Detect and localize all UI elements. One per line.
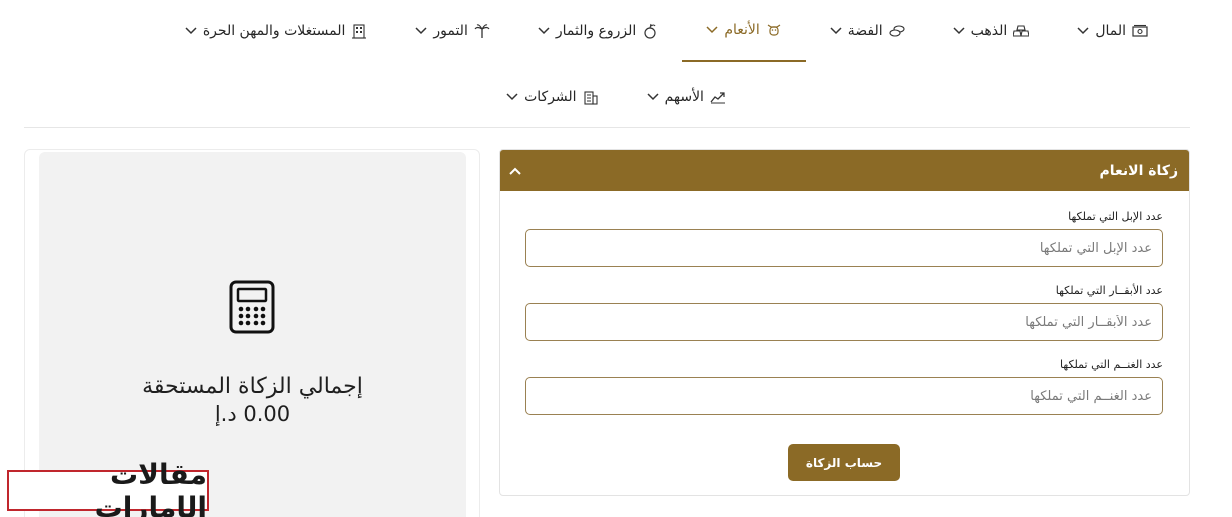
- tab-stocks[interactable]: الأسهم: [623, 76, 750, 118]
- camels-field-label: عدد الإبل التي تملكها: [1068, 210, 1163, 223]
- tab-label: المستغلات والمهن الحرة: [202, 23, 346, 39]
- chevron-down-icon: [1077, 25, 1089, 37]
- tab-dates[interactable]: التمور: [391, 0, 513, 62]
- camels-count-input[interactable]: [525, 229, 1163, 267]
- tab-label: التمور: [433, 23, 468, 39]
- palm-tree-icon: [474, 23, 490, 39]
- building-icon: [351, 23, 367, 39]
- tab-livestock[interactable]: الأنعام: [682, 0, 806, 62]
- total-zakat-value: 0.00 د.إ: [214, 402, 291, 426]
- gold-bars-icon: [1013, 23, 1030, 39]
- chevron-down-icon: [415, 25, 427, 37]
- sheep-field-label: عدد الغنــم التي تملكها: [1060, 358, 1163, 371]
- tab-label: الذهب: [970, 23, 1008, 39]
- tab-label: المال: [1095, 23, 1126, 39]
- company-building-icon: [583, 89, 599, 105]
- calculate-zakat-button[interactable]: حساب الزكاة: [788, 444, 900, 481]
- chevron-down-icon: [647, 91, 659, 103]
- tab-gold[interactable]: الذهب: [929, 0, 1054, 62]
- site-watermark-logo: مقالات الإمارات: [7, 458, 209, 517]
- chevron-up-icon[interactable]: [508, 164, 522, 178]
- stocks-chart-icon: [710, 89, 726, 105]
- calculator-icon: [229, 280, 275, 334]
- form-title: زكاة الانعام: [1099, 162, 1179, 179]
- money-icon: [1132, 23, 1148, 39]
- sheep-count-input[interactable]: [525, 377, 1163, 415]
- fruit-icon: [642, 23, 658, 39]
- cow-icon: [766, 22, 782, 38]
- tab-label: الفضة: [847, 23, 883, 39]
- livestock-zakat-form-card: زكاة الانعام عدد الإبل التي تملكها عدد ا…: [499, 149, 1190, 496]
- silver-coins-icon: [889, 23, 905, 39]
- category-tabs-row-2: الأسهم الشركات: [0, 76, 1232, 118]
- tab-label: الأنعام: [724, 22, 760, 38]
- chevron-down-icon: [706, 24, 718, 36]
- tab-label: الزروع والثمار: [555, 23, 637, 39]
- tab-label: الشركات: [524, 89, 577, 105]
- chevron-down-icon: [506, 91, 518, 103]
- cows-field-label: عدد الأبقــار التي تملكها: [1055, 284, 1163, 297]
- category-tabs-row-1: المال الذهب الفضة الأنعام الزروع والثمار: [0, 0, 1232, 62]
- tab-companies[interactable]: الشركات: [482, 76, 622, 118]
- cows-count-input[interactable]: [525, 303, 1163, 341]
- chevron-down-icon: [185, 25, 197, 37]
- tab-silver[interactable]: الفضة: [806, 0, 929, 62]
- form-card-header[interactable]: زكاة الانعام: [500, 150, 1189, 191]
- tabs-divider: [24, 127, 1190, 128]
- total-zakat-label: إجمالي الزكاة المستحقة: [142, 374, 363, 399]
- chevron-down-icon: [830, 25, 842, 37]
- watermark-text: مقالات الإمارات: [94, 457, 208, 517]
- tab-money[interactable]: المال: [1053, 0, 1172, 62]
- chevron-down-icon: [538, 25, 550, 37]
- tab-rentals-professions[interactable]: المستغلات والمهن الحرة: [161, 0, 392, 62]
- tab-crops[interactable]: الزروع والثمار: [514, 0, 682, 62]
- chevron-down-icon: [953, 25, 965, 37]
- tab-label: الأسهم: [664, 89, 704, 105]
